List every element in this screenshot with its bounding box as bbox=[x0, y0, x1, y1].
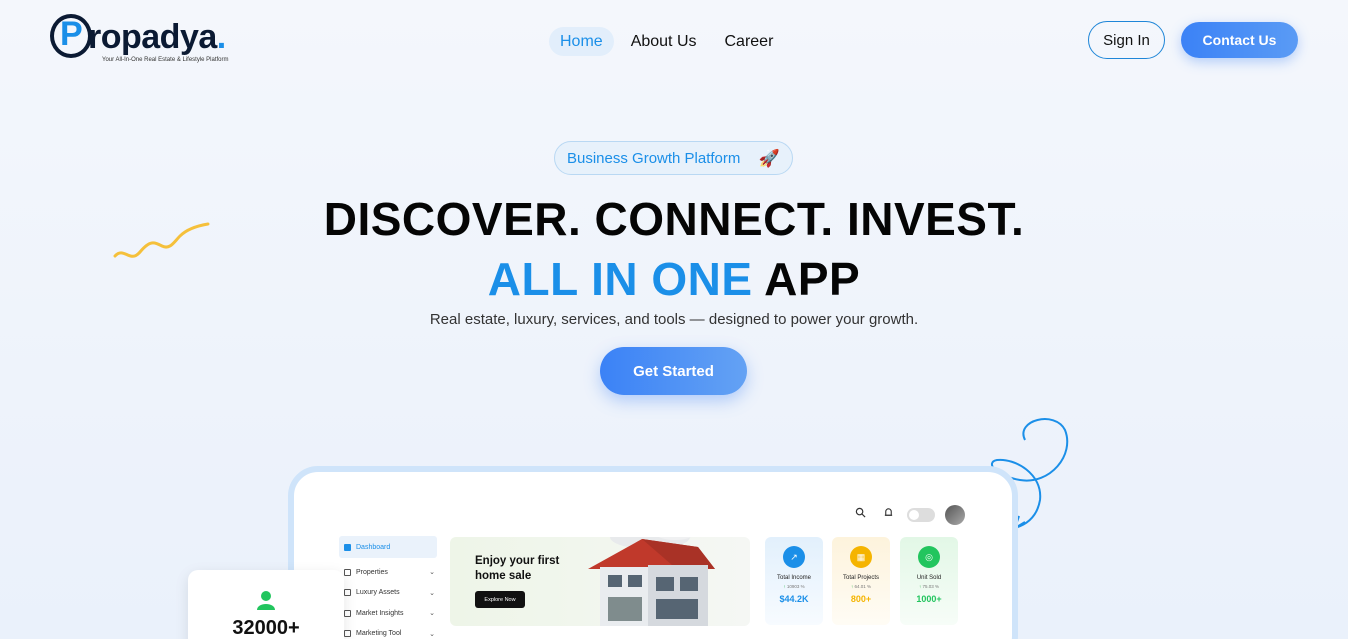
search-icon[interactable] bbox=[851, 506, 869, 524]
logo-dot: . bbox=[216, 18, 226, 56]
sidebar-item-label: Market Insights bbox=[356, 609, 404, 617]
chevron-down-icon: ⌄ bbox=[429, 589, 435, 597]
sidebar-item-marketing-tool[interactable]: Marketing Tool ⌄ bbox=[339, 624, 437, 639]
avatar[interactable] bbox=[945, 505, 965, 525]
grid-icon bbox=[344, 543, 351, 551]
megaphone-icon bbox=[344, 630, 351, 637]
stat-label: Total Income bbox=[776, 575, 812, 581]
user-icon bbox=[257, 591, 275, 610]
sidebar-item-label: Marketing Tool bbox=[356, 630, 402, 637]
stat-value: 1000+ bbox=[916, 594, 942, 604]
logo-mark: P bbox=[50, 14, 92, 58]
nav-home[interactable]: Home bbox=[549, 27, 614, 56]
target-icon: ◎ bbox=[918, 546, 940, 568]
sidebar-item-label: Luxury Assets bbox=[356, 589, 400, 596]
stat-percent-value: 64.01 % bbox=[854, 584, 872, 589]
main-nav: Home About Us Career bbox=[549, 27, 784, 56]
arrow-up-icon: ↑ bbox=[850, 584, 854, 589]
logo-letter: P bbox=[60, 15, 83, 53]
badge-label: Business Growth Platform bbox=[567, 150, 741, 167]
arrow-up-icon: ↑ bbox=[918, 584, 922, 589]
stat-label: Unit Sold bbox=[916, 575, 942, 581]
theme-toggle[interactable] bbox=[907, 508, 935, 522]
logo-name: ropadya. bbox=[88, 18, 226, 57]
dashboard-topbar bbox=[851, 505, 965, 525]
stat-percent: ↑ 10903 % bbox=[765, 584, 823, 589]
get-started-button[interactable]: Get Started bbox=[600, 347, 747, 395]
chevron-down-icon: ⌄ bbox=[429, 610, 435, 617]
chevron-down-icon: ⌄ bbox=[429, 630, 435, 638]
sidebar-item-properties[interactable]: Properties ⌄ bbox=[339, 562, 437, 582]
sidebar-item-market-insights[interactable]: Market Insights ⌄ bbox=[339, 603, 437, 623]
trend-up-icon: ↗ bbox=[783, 546, 805, 568]
dashboard-sidebar: Dashboard Properties ⌄ Luxury Assets ⌄ Mar… bbox=[339, 536, 437, 639]
stat-percent-value: 10903 % bbox=[786, 584, 805, 589]
arrow-up-icon: ↑ bbox=[783, 584, 786, 589]
chart-icon bbox=[344, 609, 351, 617]
headline-highlight: ALL IN ONE bbox=[487, 253, 753, 305]
stat-label: Total Projects bbox=[842, 575, 879, 581]
stat-card-unit-sold: ◎ Unit Sold ↑ 75.03 % 1000+ bbox=[900, 537, 958, 625]
bell-icon[interactable] bbox=[879, 506, 897, 524]
promo-title: Enjoy your first home sale bbox=[475, 555, 560, 582]
nav-career[interactable]: Career bbox=[714, 27, 785, 56]
hero-subtitle: Real estate, luxury, services, and tools… bbox=[429, 311, 919, 328]
building-icon bbox=[344, 568, 351, 576]
headline-rest: APP bbox=[752, 253, 861, 305]
sign-in-button[interactable]: Sign In bbox=[1088, 21, 1165, 59]
building-icon: ▦ bbox=[850, 546, 872, 568]
users-count-card: 32000+ bbox=[188, 570, 344, 639]
house-image bbox=[588, 537, 715, 626]
promo-banner: Enjoy your first home sale Explore Now bbox=[450, 537, 750, 626]
logo-tagline: Your All-In-One Real Estate & Lifestyle … bbox=[102, 57, 229, 63]
rocket-icon: 🚀 bbox=[758, 149, 780, 168]
stat-card-total-projects: ▦ Total Projects ↑ 64.01 % 800+ bbox=[832, 537, 890, 625]
users-count: 32000+ bbox=[232, 617, 300, 639]
diamond-icon bbox=[344, 589, 351, 596]
logo-name-rest: ropadya bbox=[88, 18, 217, 56]
chevron-down-icon: ⌄ bbox=[429, 569, 435, 576]
sidebar-item-luxury-assets[interactable]: Luxury Assets ⌄ bbox=[339, 583, 437, 603]
logo[interactable]: P ropadya. Your All-In-One Real Estate &… bbox=[50, 14, 250, 68]
stat-percent: ↑ 64.01 % bbox=[832, 584, 890, 589]
stat-percent-value: 75.03 % bbox=[922, 584, 940, 589]
sidebar-item-label: Properties bbox=[356, 568, 388, 576]
stat-value: $44.2K bbox=[779, 594, 809, 604]
squiggle-decoration bbox=[113, 222, 210, 258]
stat-percent: ↑ 75.03 % bbox=[900, 584, 958, 589]
hero-badge: Business Growth Platform 🚀 bbox=[554, 141, 793, 175]
contact-us-button[interactable]: Contact Us bbox=[1181, 22, 1298, 58]
sidebar-item-label: Dashboard bbox=[356, 543, 391, 551]
stat-card-total-income: ↗ Total Income ↑ 10903 % $44.2K bbox=[765, 537, 823, 625]
stat-value: 800+ bbox=[850, 594, 872, 604]
nav-about-us[interactable]: About Us bbox=[620, 27, 708, 56]
sidebar-item-dashboard[interactable]: Dashboard bbox=[339, 536, 437, 558]
explore-now-button[interactable]: Explore Now bbox=[475, 591, 525, 608]
